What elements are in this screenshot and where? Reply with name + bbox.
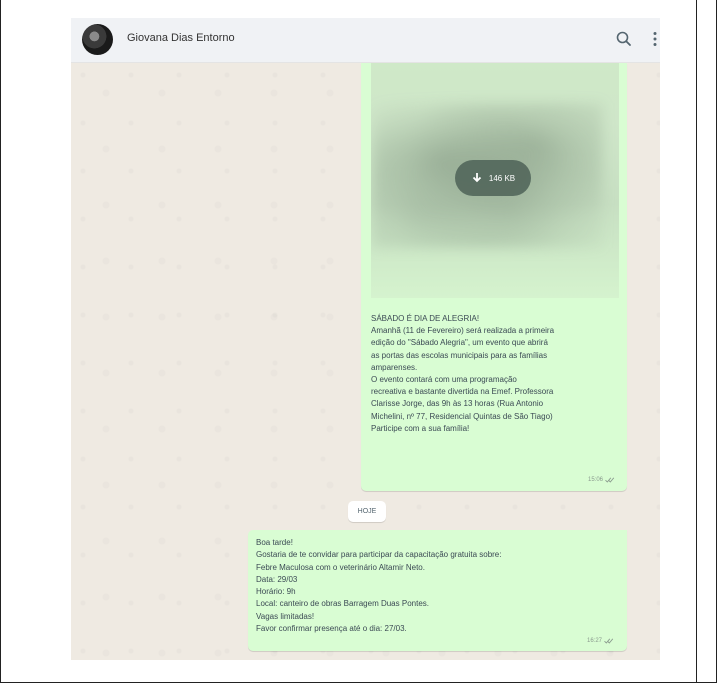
day-separator: HOJE [348, 501, 386, 522]
caption-line: edição do "Sábado Alegria", um evento qu… [371, 338, 548, 348]
kebab-menu-icon[interactable] [645, 29, 660, 49]
message-line: Vagas limitadas! [256, 611, 315, 621]
caption-line: as portas das escolas municipais para as… [371, 350, 548, 360]
message-line: Favor confirmar presença até o dia: 27/0… [256, 624, 407, 634]
double-check-icon [605, 477, 615, 483]
frame-divider [696, 0, 697, 683]
caption-line: Amanhã (11 de Fevereiro) será realizada … [371, 326, 555, 336]
download-icon [472, 173, 482, 183]
text-message[interactable]: Boa tarde! Gostaria de te convidar para … [248, 530, 627, 651]
caption-line: SÁBADO É DIA DE ALEGRIA! [371, 314, 480, 323]
download-button[interactable]: 146 KB [455, 160, 531, 196]
message-line: Data: 29/03 [256, 574, 298, 584]
caption-line: Michelini, nº 77, Residencial Quintas de… [371, 411, 553, 421]
chat-window: Giovana Dias Entorno 146 KB SÁBADO É DIA… [71, 18, 660, 660]
message-line: Febre Maculosa com o veterinário Altamir… [256, 562, 425, 572]
image-message[interactable]: 146 KB SÁBADO É DIA DE ALEGRIA! Amanhã (… [361, 63, 627, 491]
avatar[interactable] [82, 24, 113, 55]
caption-line: recreativa e bastante divertida na Emef.… [371, 387, 554, 397]
chat-header: Giovana Dias Entorno [71, 18, 660, 63]
caption-line: Participe com a sua família! [371, 423, 470, 433]
contact-name[interactable]: Giovana Dias Entorno [127, 32, 235, 44]
caption-line: amparenses. [371, 362, 418, 372]
message-time-text: 15:06 [588, 477, 604, 483]
message-time: 15:06 [588, 477, 615, 483]
message-time: 16:27 [587, 638, 614, 644]
download-size: 146 KB [488, 173, 516, 183]
message-line: Horário: 9h [256, 587, 296, 597]
message-line: Local: canteiro de obras Barragem Duas P… [256, 599, 429, 609]
search-icon[interactable] [614, 29, 634, 49]
image-preview[interactable]: 146 KB [371, 63, 619, 298]
double-check-icon [604, 638, 614, 644]
chat-area[interactable]: 146 KB SÁBADO É DIA DE ALEGRIA! Amanhã (… [71, 63, 660, 660]
caption-line: Clarisse Jorge, das 9h às 13 horas (Rua … [371, 399, 544, 409]
message-line: Gostaria de te convidar para participar … [256, 550, 502, 560]
image-caption: SÁBADO É DIA DE ALEGRIA! Amanhã (11 de F… [371, 313, 623, 435]
caption-line: O evento contará com uma programação [371, 375, 517, 385]
message-text: Boa tarde! Gostaria de te convidar para … [256, 537, 616, 635]
message-time-text: 16:27 [587, 638, 603, 644]
message-line: Boa tarde! [256, 538, 293, 547]
